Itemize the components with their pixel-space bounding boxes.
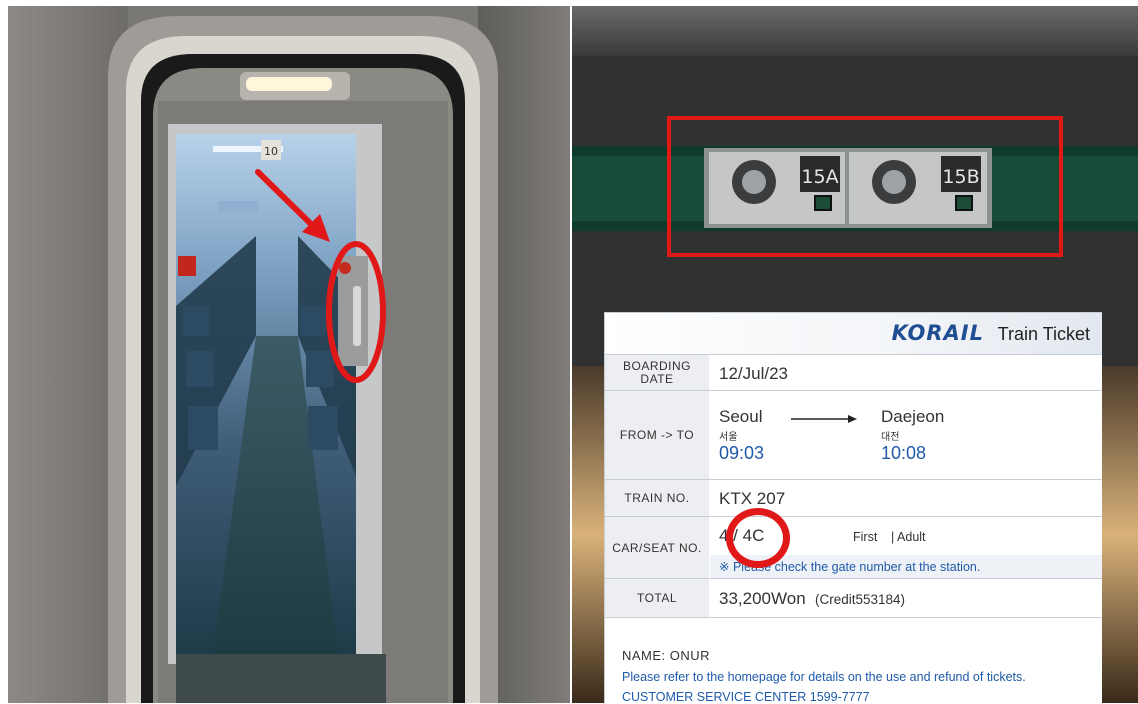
total-row: TOTAL 33,200Won (Credit553184) [605,578,1102,618]
from-city: Seoul [719,407,763,426]
total-amount: 33,200Won [719,589,806,608]
to-city: Daejeon [881,407,945,426]
departure-time: 09:03 [719,443,765,463]
payment-info: (Credit553184) [815,592,906,607]
from-city-korean: 서울 [719,432,738,443]
seat-label-15a: 15A [801,166,838,188]
train-ticket: KORAIL Train Ticket BOARDING DATE 12/Jul/… [604,312,1102,704]
train-corridor-photo: 10 [8,6,570,703]
ticket-title: Train Ticket [997,324,1090,344]
korail-logo: KORAIL [891,321,984,345]
seat-number-highlight [726,508,790,568]
seat-label-15b: 15B [942,166,979,188]
car-seat-label: CAR/SEAT NO. [605,517,709,579]
train-corridor-illustration: 10 [8,6,570,703]
passenger-name: NAME: ONUR [622,648,711,663]
train-number-label: TRAIN NO. [605,480,709,517]
reading-light-button-icon [814,195,832,211]
total-label: TOTAL [605,579,709,617]
boarding-date-row: BOARDING DATE 12/Jul/23 [605,354,1102,391]
route-arrow-icon [791,415,857,423]
door-number-sign: 10 [264,145,278,158]
arrival-time: 10:08 [881,443,927,463]
boarding-date-value: 12/Jul/23 [719,364,788,383]
reading-light-button-icon [955,195,973,211]
car-seat-row: CAR/SEAT NO. 4 / 4C First | Adult ※ Plea… [605,508,1102,579]
customer-service: CUSTOMER SERVICE CENTER 1599-7777 [622,690,870,704]
to-city-korean: 대전 [881,432,900,443]
train-number-row: TRAIN NO. KTX 207 [605,479,1102,517]
refund-notice: Please refer to the homepage for details… [622,670,1026,684]
ticket-header: KORAIL Train Ticket [605,313,1102,354]
boarding-date-label: BOARDING DATE [605,355,709,391]
passenger-type: | Adult [891,530,926,544]
ticket-class: First [853,530,878,544]
from-to-label: FROM -> TO [605,391,709,480]
train-number-value: KTX 207 [719,489,786,508]
route-row: FROM -> TO Seoul 서울 09:03 Daejeon 대전 10:… [605,390,1102,480]
